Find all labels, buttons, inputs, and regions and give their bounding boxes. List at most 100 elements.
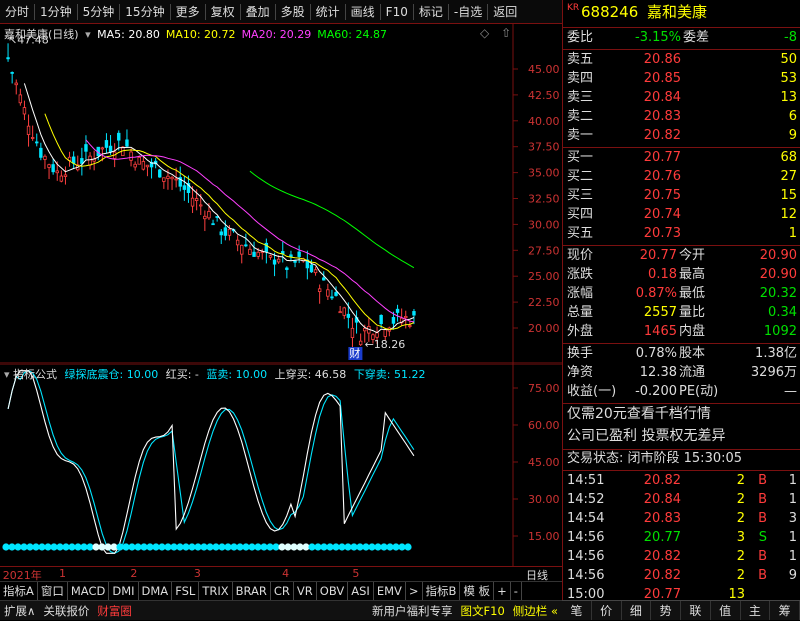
indicator-tab[interactable]: 模 板 <box>460 581 495 601</box>
up-arrow-icon[interactable]: ⇧ <box>501 26 511 40</box>
collapse-icon[interactable]: ▾ <box>4 368 10 381</box>
candle-body <box>207 211 211 219</box>
bid-row: 买一 20.77 68 <box>563 149 800 168</box>
webi-label: 委比 <box>567 30 594 45</box>
toolbar-item[interactable]: 1分钟 <box>35 0 77 24</box>
tick-time: 14:56 <box>567 549 605 564</box>
oscillator-line <box>7 370 415 554</box>
status-link[interactable]: 图文F10 <box>457 601 509 621</box>
candle-body <box>276 258 281 263</box>
tick-time: 14:51 <box>567 473 605 488</box>
tick-side: B <box>758 473 767 488</box>
candle-body <box>170 176 174 180</box>
toolbar-item[interactable]: 5分钟 <box>78 0 120 24</box>
panel-tab[interactable]: 势 <box>651 601 681 620</box>
low-price-label: ←18.26 <box>365 338 406 351</box>
notice-row[interactable]: 仅需20元查看千档行情 <box>563 405 800 427</box>
indicator-tab[interactable]: DMI <box>109 581 139 601</box>
panel-tab[interactable]: 价 <box>592 601 622 620</box>
y-tick-label: 35.00 <box>528 167 560 180</box>
ask-label: 卖五 <box>567 52 594 67</box>
date-axis-label: 2 <box>130 567 138 580</box>
panel-tab[interactable]: 值 <box>711 601 741 620</box>
candle-body <box>240 244 244 255</box>
bid-label: 买一 <box>567 150 594 165</box>
tick-time: 14:56 <box>567 530 605 545</box>
stat-row: 现价 20.77 今开 20.90 <box>563 247 800 266</box>
fund-label: 股本 <box>679 346 706 361</box>
indicator-tab[interactable]: DMA <box>139 581 173 601</box>
diamond-icon[interactable]: ◇ <box>480 26 489 40</box>
indicator-chart[interactable]: 75.00 60.00 45.00 30.00 15.00 ▾ 指标公式 绿探底震仓: … <box>0 363 562 566</box>
panel-tab[interactable]: 细 <box>622 601 652 620</box>
candle-body <box>379 314 383 325</box>
indicator-tab[interactable]: VR <box>294 581 317 601</box>
candle-body <box>35 141 39 144</box>
stat-label: 涨跌 <box>567 267 594 282</box>
indicator-tab[interactable]: 窗口 <box>38 581 68 601</box>
toolbar-item[interactable]: 15分钟 <box>120 0 169 24</box>
toolbar-item[interactable]: 分时 <box>0 0 34 24</box>
ask-label: 卖一 <box>567 128 594 143</box>
indicator-tab[interactable]: EMV <box>374 581 406 601</box>
bid-row: 买二 20.76 27 <box>563 168 800 187</box>
ma10-line <box>44 113 415 331</box>
toolbar-item[interactable]: F10 <box>381 0 413 24</box>
collapse-icon[interactable]: ▾ <box>85 28 91 41</box>
candle-body <box>383 329 387 337</box>
candle-body <box>55 170 59 174</box>
divider <box>563 245 800 246</box>
candle-body <box>285 267 289 270</box>
indicator-tab[interactable]: - <box>511 581 522 601</box>
notice-row: 公司已盈利 投票权无差异 <box>563 427 800 449</box>
ma-label: MA20: 20.29 <box>241 28 312 41</box>
stock-code: 688246 <box>581 3 639 21</box>
toolbar-item[interactable]: 多股 <box>276 0 310 24</box>
kline-chart[interactable]: 45.00 42.50 40.00 37.50 35.00 32.50 30.00 27.50… <box>0 24 562 364</box>
y-tick-label: 32.50 <box>528 193 560 206</box>
toolbar-item[interactable]: 标记 <box>414 0 448 24</box>
indicator-tab[interactable]: 指标A <box>0 581 38 601</box>
toolbar-item[interactable]: 统计 <box>311 0 345 24</box>
y-tick-label: 30.00 <box>528 493 560 506</box>
panel-tab[interactable]: 主 <box>741 601 771 620</box>
indicator-tab[interactable]: OBV <box>317 581 349 601</box>
panel-tab[interactable]: 筹 <box>770 601 800 620</box>
toolbar-item[interactable]: 返回 <box>488 0 522 24</box>
toolbar-item[interactable]: 更多 <box>171 0 205 24</box>
indicator-tab[interactable]: CR <box>271 581 294 601</box>
candle-body <box>223 227 228 236</box>
indicator-tab[interactable]: 指标B <box>423 581 461 601</box>
indicator-tab[interactable]: FSL <box>172 581 200 601</box>
chart-legend: 嘉和美康(日线) ▾ MA5: 20.80 MA10: 20.72 MA20: 20… <box>4 26 393 42</box>
indicator-tab[interactable]: MACD <box>68 581 110 601</box>
divider <box>563 403 800 404</box>
status-link[interactable]: 新用户福利专享 <box>368 601 457 621</box>
indicator-tab[interactable]: ASI <box>348 581 374 601</box>
indicator-tab[interactable]: TRIX <box>199 581 233 601</box>
candle-body <box>39 147 43 158</box>
panel-tab[interactable]: 笔 <box>562 601 592 620</box>
tick-price: 20.82 <box>643 549 681 564</box>
status-link[interactable]: 侧边栏 « <box>509 601 562 621</box>
toolbar-item[interactable]: 叠加 <box>241 0 275 24</box>
tick-count: 3 <box>788 511 797 526</box>
stat-value: 0.87% <box>635 286 677 301</box>
ma-label: MA60: 24.87 <box>317 28 387 41</box>
stat-value: 20.77 <box>639 248 677 263</box>
bid-label: 买三 <box>567 188 594 203</box>
indicator-tab[interactable]: > <box>406 581 423 601</box>
panel-tab[interactable]: 联 <box>681 601 711 620</box>
status-link[interactable]: 财富圈 <box>93 601 136 621</box>
indicator-tab[interactable]: BRAR <box>233 581 271 601</box>
tick-side: B <box>758 492 767 507</box>
candle-body <box>199 204 203 207</box>
status-link[interactable]: 关联报价 <box>39 601 93 621</box>
indicator-tab[interactable]: + <box>494 581 511 601</box>
toolbar-item[interactable]: 复权 <box>206 0 240 24</box>
toolbar-item[interactable]: 画线 <box>346 0 380 24</box>
stat-value: 20.90 <box>759 248 797 263</box>
toolbar-item[interactable]: -自选 <box>449 0 487 24</box>
status-link[interactable]: 扩展∧ <box>0 601 39 621</box>
fund-value: -0.200 <box>635 384 677 399</box>
